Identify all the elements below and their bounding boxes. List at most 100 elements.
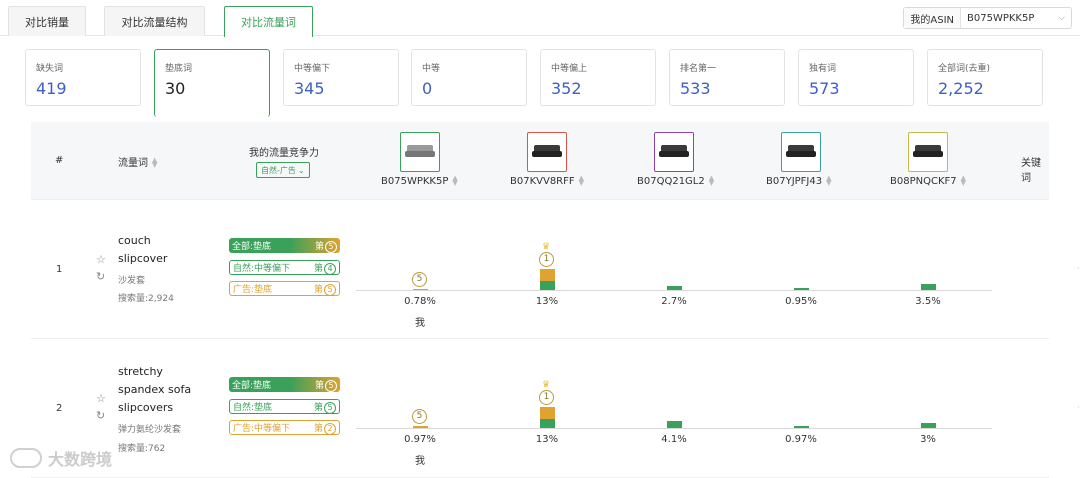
stat-card-label: 垫底词 [165, 64, 193, 74]
asin-select-value[interactable]: B075WPKK5P ⌵ [961, 13, 1071, 24]
asin-text: B08PNQCKF7 [890, 176, 957, 187]
share-baseline [356, 290, 992, 291]
chevron-down-icon: ⌵ [1058, 13, 1065, 23]
stat-card-average[interactable]: 中等 0 [411, 49, 527, 106]
keyword-line: stretchy [118, 365, 163, 378]
rank-tag-organic: 自然:垫底 第 5 [229, 399, 340, 414]
share-bar[interactable] [667, 285, 682, 290]
product-thumb-5[interactable] [908, 132, 948, 172]
col-keyword-extra: 关键词 [1021, 158, 1041, 184]
product-asin-3[interactable]: B07QQ21GL2 ▲ ▼ [637, 175, 714, 188]
stat-card-missing[interactable]: 缺失词 419 [25, 49, 141, 106]
sofa-image-icon [786, 145, 816, 159]
star-icon[interactable]: ☆ [96, 253, 106, 266]
col-index: # [55, 155, 64, 166]
product-asin-5[interactable]: B08PNQCKF7 ▲ ▼ [890, 175, 966, 188]
rank-badge: 5 [412, 271, 427, 287]
watermark-logo-icon [10, 448, 42, 468]
sort-icon[interactable]: ▲ ▼ [709, 175, 714, 187]
product-asin-1[interactable]: B075WPKK5P ▲ ▼ [381, 175, 458, 188]
share-value: 0.97% [785, 434, 817, 445]
refresh-icon[interactable]: ↻ [96, 270, 105, 283]
star-icon[interactable]: ☆ [96, 392, 106, 405]
crown-icon: ♛ [542, 242, 551, 253]
stat-card-label: 中等偏上 [551, 64, 588, 74]
share-bar-organic [921, 284, 936, 290]
table-header: # 流量词 ▲ ▼ 我的流量竞争力 自然-广告 ⌄ B075WPKK5P ▲ ▼ B07K… [31, 122, 1049, 200]
product-asin-4[interactable]: B07YJPFJ43 ▲ ▼ [766, 175, 832, 188]
rank-circle: 2 [324, 422, 336, 435]
tag-text: 广告:中等偏下 [233, 424, 291, 434]
product-thumb-2[interactable] [527, 132, 567, 172]
asin-select[interactable]: 我的ASIN B075WPKK5P ⌵ [903, 7, 1072, 29]
tag-text: 自然:中等偏下 [233, 264, 291, 274]
share-value: 0.95% [785, 296, 817, 307]
asin-value-text: B075WPKK5P [967, 12, 1035, 24]
chevron-down-icon: ⌄ [297, 165, 305, 175]
sort-icon[interactable]: ▲ ▼ [452, 175, 457, 187]
stat-card-bottom[interactable]: 垫底词 30 [154, 49, 270, 117]
share-value: 2.7% [661, 296, 687, 307]
keyword-text[interactable]: stretchy spandex sofa slipcovers [118, 363, 191, 417]
tag-rank: 第5 [315, 378, 337, 392]
competitiveness-filter[interactable]: 自然-广告 ⌄ [256, 162, 310, 178]
tag-text: 全部:垫底 [232, 381, 272, 391]
stat-card-value: 352 [551, 79, 582, 98]
rank-tag-ads: 广告:中等偏下 第 2 [229, 420, 340, 435]
refresh-icon[interactable]: ↻ [96, 409, 105, 422]
stat-card-above-average[interactable]: 中等偏上 352 [540, 49, 656, 106]
search-volume: 搜索量:2,924 [118, 294, 174, 304]
share-bar[interactable] [540, 407, 555, 428]
product-asin-2[interactable]: B07KVV8RFF ▲ ▼ [510, 175, 584, 188]
stat-card-unique[interactable]: 独有词 573 [798, 49, 914, 106]
asin-text: B075WPKK5P [381, 176, 449, 187]
asin-select-label: 我的ASIN [904, 8, 961, 28]
stat-card-below-average[interactable]: 中等偏下 345 [283, 49, 399, 106]
share-value: 3% [920, 434, 936, 445]
watermark: 大数跨境 [10, 446, 112, 470]
share-bar[interactable] [794, 288, 809, 290]
product-thumb-4[interactable] [781, 132, 821, 172]
share-bar[interactable] [921, 423, 936, 428]
col-keyword[interactable]: 流量词 ▲ ▼ [118, 154, 157, 170]
tab-label: 对比流量词 [241, 16, 296, 29]
share-value: 13% [535, 296, 559, 307]
sort-icon[interactable]: ▲ ▼ [579, 175, 584, 187]
share-bar[interactable] [921, 284, 936, 290]
me-label: 我 [415, 318, 425, 329]
share-bar[interactable] [413, 288, 428, 290]
tab-compare-traffic-structure[interactable]: 对比流量结构 [104, 6, 205, 36]
rank-tag-organic: 自然:中等偏下 第 4 [229, 260, 340, 275]
tab-compare-sales[interactable]: 对比销量 [8, 6, 86, 36]
sofa-image-icon [532, 145, 562, 159]
share-bar-organic [667, 285, 682, 290]
me-label: 我 [415, 456, 425, 467]
keyword-line: couch [118, 234, 151, 247]
table-row: 2 stretchy spandex sofa slipcovers ☆ ↻ 弹… [31, 339, 1080, 478]
share-bar-organic [794, 288, 809, 290]
asin-text: B07KVV8RFF [510, 176, 575, 187]
tab-compare-traffic-keywords[interactable]: 对比流量词 [224, 6, 313, 37]
share-bar[interactable] [667, 421, 682, 428]
rank-badge: 5 [412, 409, 427, 425]
stat-card-rank-first[interactable]: 排名第一 533 [669, 49, 785, 106]
stat-card-all-dedup[interactable]: 全部词(去重) 2,252 [927, 49, 1043, 106]
product-thumb-1[interactable] [400, 132, 440, 172]
share-bar[interactable] [540, 269, 555, 290]
product-thumb-3[interactable] [654, 132, 694, 172]
share-value: 3.5% [915, 296, 941, 307]
share-bar[interactable] [413, 426, 428, 428]
sofa-image-icon [913, 145, 943, 159]
tab-label: 对比流量结构 [121, 15, 188, 29]
stat-card-label: 中等偏下 [294, 64, 331, 74]
rank-circle: 5 [325, 240, 337, 253]
sort-icon[interactable]: ▲ ▼ [152, 157, 157, 169]
share-bar[interactable] [794, 426, 809, 428]
stat-card-value: 0 [422, 79, 433, 98]
stat-card-value: 2,252 [938, 79, 984, 98]
sort-icon[interactable]: ▲ ▼ [826, 175, 831, 187]
rank-tag-ads: 广告:垫底 第 5 [229, 281, 340, 296]
sort-icon[interactable]: ▲ ▼ [961, 175, 966, 187]
keyword-text[interactable]: couch slipcover [118, 232, 167, 268]
watermark-text: 大数跨境 [48, 450, 113, 469]
